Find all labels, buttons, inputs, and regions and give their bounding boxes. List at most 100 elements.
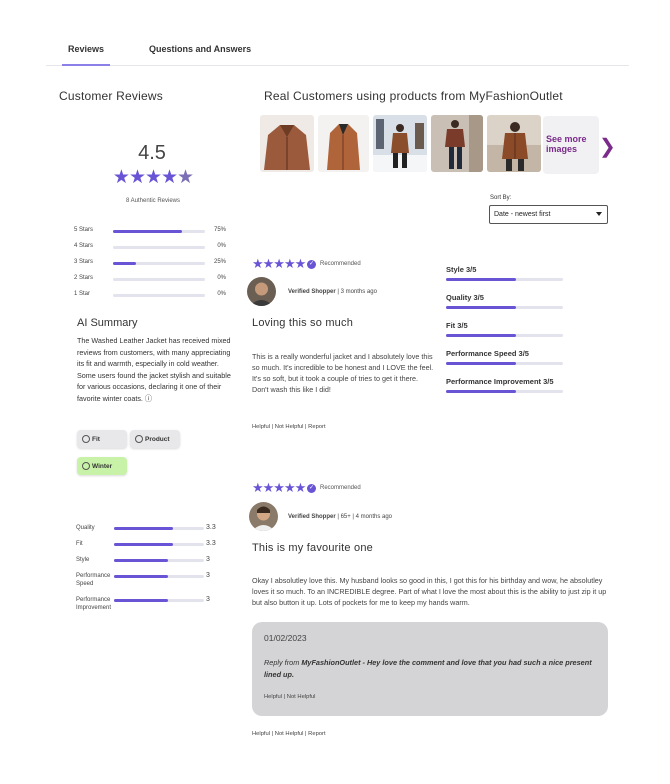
review-actions[interactable]: Helpful | Not Helpful | Report [252,424,326,430]
review-metric-label: Style 3/5 [446,265,477,274]
reply-prefix: Reply from [264,658,302,667]
review-metric: Performance Speed 3/5 [446,349,564,365]
review-body: Okay I absolutley love this. My husband … [252,576,607,607]
review-tabs: Reviews Questions and Answers [46,36,629,66]
chip-label: Fit [92,436,100,443]
attribute-value: 3 [206,572,210,579]
review-actions[interactable]: Helpful | Not Helpful | Report [252,731,326,737]
rating-distribution-fill [113,262,136,265]
attribute-value: 3 [206,596,210,603]
rating-distribution-track [113,246,205,249]
sort-by-select[interactable]: Date - newest first [489,205,608,224]
review-metric-label: Quality 3/5 [446,293,484,302]
reply-date: 01/02/2023 [264,633,307,643]
customer-photo[interactable] [431,115,483,172]
customer-photo[interactable] [260,115,314,172]
attribute-track [114,575,204,578]
attribute-fill [114,527,174,530]
rating-distribution-track [113,278,205,281]
merchant-reply: 01/02/2023 Reply from MyFashionOutlet - … [252,622,608,716]
shopper-info: Verified Shopper | 65+ | 4 months ago [288,514,392,520]
smile-icon [135,435,143,443]
sort-by-selected-value: Date - newest first [494,211,551,218]
attribute-fill [114,559,168,562]
smile-icon [82,462,90,470]
rating-distribution-percent: 75% [213,227,226,233]
check-icon: ✓ [307,484,316,493]
attribute-value: 3.3 [206,540,216,547]
review-stars: ★★★★★ [252,480,306,495]
review-metric: Fit 3/5 [446,321,564,337]
review-metric-track [446,390,563,393]
chevron-right-icon[interactable]: ❯ [599,134,616,159]
attribute-value: 3.3 [206,524,216,531]
rating-distribution-label: 5 Stars [74,227,94,233]
attribute-track [114,527,204,530]
attribute-label: Quality [76,525,95,531]
authentic-reviews-count: 8 Authentic Reviews [125,198,181,204]
half-star-icon: ★ [177,167,194,188]
review-metric-track [446,362,563,365]
customer-photo[interactable] [373,115,427,172]
rating-distribution-percent: 0% [217,275,226,281]
review-metric: Style 3/5 [446,265,564,281]
review-metric-track [446,278,563,281]
customer-reviews-heading: Customer Reviews [59,89,163,103]
see-more-images-button[interactable]: See more images [543,116,599,174]
ai-summary-text: The Washed Leather Jacket has received m… [77,336,231,403]
review-title: Loving this so much [252,317,354,329]
rating-distribution-percent: 25% [213,259,226,265]
avatar [247,277,276,306]
shopper-info: Verified Shopper | 3 months ago [288,289,377,295]
chip-product[interactable]: Product [130,430,180,448]
rating-distribution-row[interactable]: 3 Stars 25% [74,258,230,268]
verified-shopper-label: Verified Shopper [288,289,336,295]
rating-distribution-label: 2 Stars [74,275,94,281]
review-metric-track [446,334,563,337]
review-title: This is my favourite one [252,542,373,554]
active-tab-indicator [62,64,110,66]
rating-distribution-track [113,294,205,297]
reply-text: Reply from MyFashionOutlet - Hey love th… [264,657,594,680]
attribute-label: Performance Improvement [76,597,112,611]
review-stars: ★★★★★ [252,256,306,271]
shopper-meta: | 65+ | 4 months ago [335,514,393,520]
rating-distribution-label: 3 Stars [74,259,94,265]
review-metric-fill [446,278,517,281]
rating-distribution-row[interactable]: 5 Stars 75% [74,226,230,236]
rating-distribution-percent: 0% [217,291,226,297]
customer-gallery-heading: Real Customers using products from MyFas… [264,89,563,103]
tab-questions-and-answers[interactable]: Questions and Answers [149,44,251,54]
rating-distribution-row[interactable]: 4 Stars 0% [74,242,230,252]
average-rating: 4.5 [138,142,166,164]
rating-distribution-row[interactable]: 2 Stars 0% [74,274,230,284]
attribute-fill [114,543,174,546]
review-metric-fill [446,306,517,309]
chip-fit[interactable]: Fit [77,430,127,448]
review-metric-fill [446,390,517,393]
review-metric: Performance Improvement 3/5 [446,377,564,393]
review-metric: Quality 3/5 [446,293,564,309]
review-metric-fill [446,362,517,365]
chip-winter[interactable]: Winter [77,457,127,475]
shopper-meta: | 3 months ago [335,289,377,295]
review-metric-label: Performance Improvement 3/5 [446,377,554,386]
verified-shopper-label: Verified Shopper [288,514,336,520]
reply-author: MyFashionOutlet [301,658,361,667]
ai-summary-card: AI Summary The Washed Leather Jacket has… [68,304,238,480]
customer-photo[interactable] [318,115,369,172]
review-metric-fill [446,334,517,337]
customer-photo[interactable] [487,115,541,172]
chip-label: Product [145,436,170,443]
check-icon: ✓ [307,260,316,269]
attribute-label: Performance Speed [76,573,111,587]
attribute-label: Style [76,557,90,563]
review-metric-track [446,306,563,309]
reply-actions[interactable]: Helpful | Not Helpful [264,694,315,700]
attribute-track [114,559,204,562]
attribute-label: Fit [76,541,83,547]
tab-reviews[interactable]: Reviews [62,44,110,54]
rating-distribution-fill [113,230,182,233]
attribute-fill [114,599,168,602]
rating-distribution-row[interactable]: 1 Star 0% [74,290,230,300]
